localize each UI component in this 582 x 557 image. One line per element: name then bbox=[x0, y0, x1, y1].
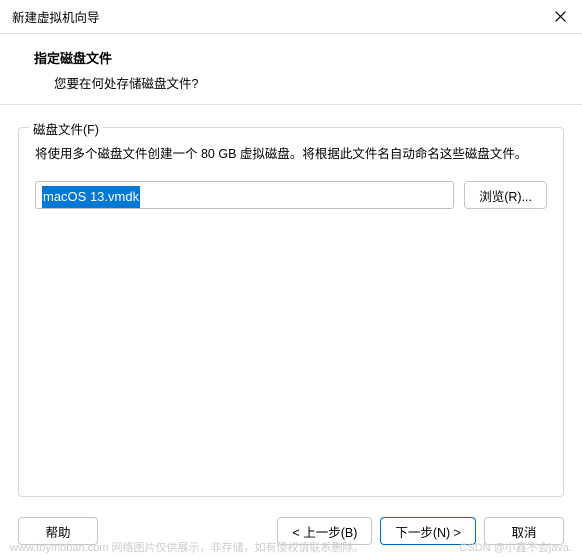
page-title: 指定磁盘文件 bbox=[34, 48, 562, 67]
window-title: 新建虚拟机向导 bbox=[12, 7, 100, 26]
disk-file-value: macOS 13.vmdk bbox=[42, 186, 140, 208]
file-input-row: macOS 13.vmdk 浏览(R)... bbox=[35, 181, 547, 209]
help-button[interactable]: 帮助 bbox=[18, 517, 98, 545]
footer-nav: < 上一步(B) 下一步(N) > 取消 bbox=[277, 517, 564, 545]
cancel-button[interactable]: 取消 bbox=[484, 517, 564, 545]
fieldset-legend: 磁盘文件(F) bbox=[29, 119, 103, 138]
dialog-window: 新建虚拟机向导 指定磁盘文件 您要在何处存储磁盘文件? 磁盘文件(F) 将使用多… bbox=[0, 0, 582, 557]
titlebar: 新建虚拟机向导 bbox=[0, 0, 582, 34]
page-subtitle: 您要在何处存储磁盘文件? bbox=[34, 73, 562, 92]
disk-description: 将使用多个磁盘文件创建一个 80 GB 虚拟磁盘。将根据此文件名自动命名这些磁盘… bbox=[35, 144, 547, 165]
content-area: 磁盘文件(F) 将使用多个磁盘文件创建一个 80 GB 虚拟磁盘。将根据此文件名… bbox=[0, 105, 582, 507]
close-icon bbox=[555, 11, 566, 22]
browse-button[interactable]: 浏览(R)... bbox=[464, 181, 547, 209]
disk-file-fieldset: 磁盘文件(F) 将使用多个磁盘文件创建一个 80 GB 虚拟磁盘。将根据此文件名… bbox=[18, 127, 564, 497]
wizard-footer: 帮助 < 上一步(B) 下一步(N) > 取消 bbox=[0, 507, 582, 557]
next-button[interactable]: 下一步(N) > bbox=[380, 517, 476, 545]
wizard-header: 指定磁盘文件 您要在何处存储磁盘文件? bbox=[0, 34, 582, 105]
disk-file-input[interactable]: macOS 13.vmdk bbox=[35, 181, 454, 209]
back-button[interactable]: < 上一步(B) bbox=[277, 517, 372, 545]
close-button[interactable] bbox=[538, 0, 582, 34]
